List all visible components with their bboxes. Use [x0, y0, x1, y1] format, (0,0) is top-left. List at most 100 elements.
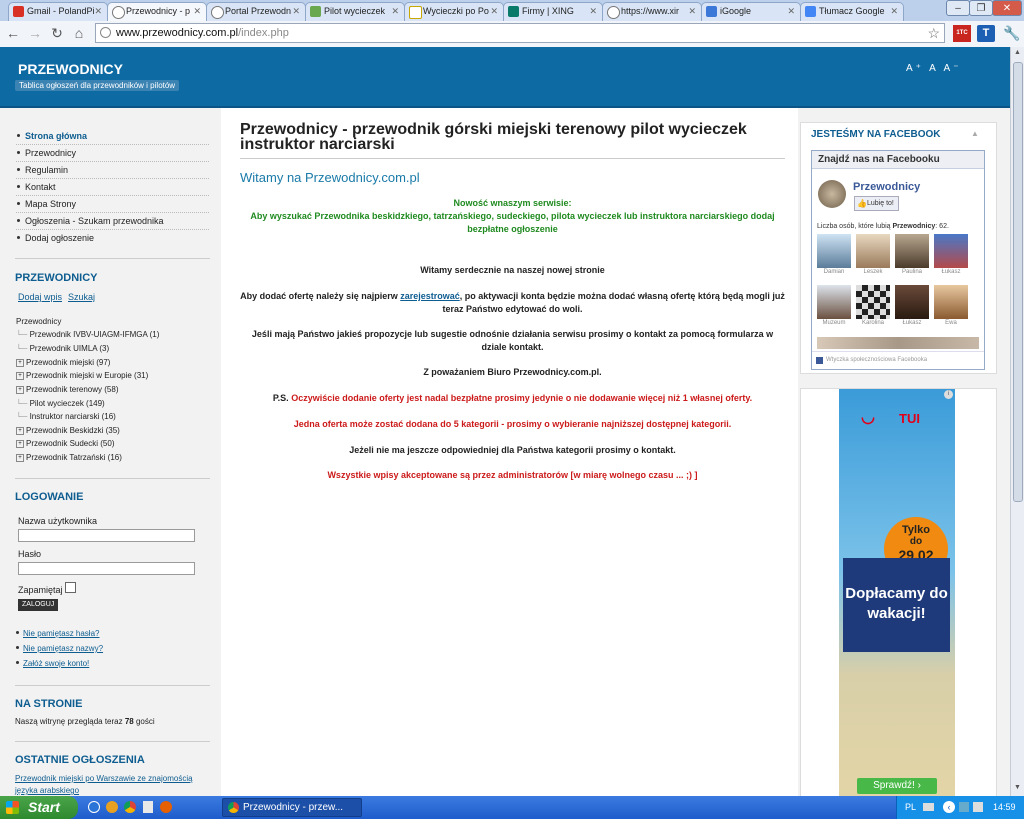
close-window-button[interactable]: ✕ [992, 0, 1022, 16]
wrench-icon[interactable]: 🔧 [1003, 25, 1020, 42]
keyboard-icon[interactable] [923, 803, 934, 811]
menu-item-ads[interactable]: Ogłoszenia - Szukam przewodnika [16, 213, 209, 230]
start-button[interactable]: Start [0, 796, 78, 819]
fan-avatar[interactable] [895, 234, 929, 268]
tree-item[interactable]: + Przewodnik miejski w Europie (31) [16, 371, 148, 380]
ie-icon[interactable] [88, 801, 100, 813]
scroll-up-icon[interactable]: ▲ [1014, 49, 1021, 56]
search-link[interactable]: Szukaj [68, 292, 95, 302]
close-icon[interactable]: ✕ [490, 6, 498, 17]
forgot-username-link[interactable]: Nie pamiętasz nazwy? [23, 644, 103, 653]
tab-igoogle[interactable]: iGoogle ✕ [701, 2, 801, 21]
facebook-page-name[interactable]: Przewodnicy [853, 181, 920, 193]
fan-avatar[interactable] [934, 285, 968, 319]
fan-avatar[interactable] [895, 285, 929, 319]
close-icon[interactable]: ✕ [193, 6, 201, 17]
page-info-icon[interactable] [100, 27, 111, 38]
home-icon[interactable]: ⌂ [70, 25, 88, 41]
page-scrollbar[interactable]: ▲ ▼ [1010, 47, 1024, 796]
ad-check-button[interactable]: Sprawdź! › [857, 778, 937, 794]
chrome-icon[interactable] [124, 801, 136, 813]
reload-icon[interactable]: ↻ [48, 25, 66, 42]
close-icon[interactable]: ✕ [688, 6, 696, 17]
forgot-username-item[interactable]: Nie pamiętasz nazwy? [16, 644, 103, 653]
expand-icon[interactable]: + [16, 453, 24, 462]
fan-avatar[interactable] [817, 234, 851, 268]
tree-item[interactable]: └─ Instruktor narciarski (16) [16, 412, 116, 421]
clock[interactable]: 14:59 [993, 802, 1016, 812]
star-icon[interactable]: ☆ [927, 25, 940, 42]
remember-checkbox[interactable] [65, 582, 76, 593]
fan-avatar[interactable] [856, 285, 890, 319]
collapse-icon[interactable]: ▲ [971, 129, 979, 138]
like-button[interactable]: 👍 Lubię to! [854, 196, 899, 211]
address-bar[interactable]: www.przewodnicy.com.pl/index.php ☆ [95, 23, 945, 43]
login-button[interactable]: ZALOGUJ [18, 599, 59, 611]
menu-item-sitemap[interactable]: Mapa Strony [16, 196, 209, 213]
tab-pilot[interactable]: Pilot wycieczek ✕ [305, 2, 405, 21]
close-icon[interactable]: ✕ [890, 6, 898, 17]
menu-item-add-ad[interactable]: Dodaj ogłoszenie [16, 230, 209, 246]
tree-item[interactable]: └─ Przewodnik IVBV-UIAGM-IFMGA (1) [16, 330, 159, 339]
extension-t-icon[interactable]: T [977, 25, 995, 42]
media-icon[interactable] [106, 801, 118, 813]
menu-item-guides[interactable]: Przewodnicy [16, 145, 209, 162]
scroll-down-icon[interactable]: ▼ [1014, 784, 1021, 791]
network-icon[interactable] [959, 802, 969, 812]
document-icon[interactable] [143, 801, 153, 813]
tree-item[interactable]: + Przewodnik terenowy (58) [16, 385, 118, 394]
tree-item[interactable]: + Przewodnik Tatrzański (16) [16, 453, 122, 462]
expand-icon[interactable]: + [16, 358, 24, 367]
tab-https[interactable]: https://www.xir ✕ [602, 2, 702, 21]
firefox-icon[interactable] [160, 801, 172, 813]
font-size-controls[interactable]: A⁺ A A⁻ [906, 63, 961, 74]
fan-avatar[interactable] [934, 234, 968, 268]
tree-item[interactable]: + Przewodnik miejski (97) [16, 358, 110, 367]
create-account-item[interactable]: Załóż swoje konto! [16, 659, 89, 668]
back-icon[interactable]: ← [4, 25, 22, 41]
tab-wycieczki[interactable]: Wycieczki po Po ✕ [404, 2, 504, 21]
close-icon[interactable]: ✕ [589, 6, 597, 17]
menu-item-contact[interactable]: Kontakt [16, 179, 209, 196]
expand-icon[interactable]: + [16, 439, 24, 448]
forgot-password-link[interactable]: Nie pamiętasz hasła? [23, 629, 99, 638]
latest-ad-link[interactable]: Przewodnik miejski po Warszawie ze znajo… [15, 773, 215, 796]
maximize-button[interactable]: ❐ [969, 0, 993, 16]
close-icon[interactable]: ✕ [391, 6, 399, 17]
username-input[interactable] [18, 529, 195, 542]
fan-avatar[interactable] [856, 234, 890, 268]
menu-item-home[interactable]: Strona główna [16, 128, 209, 145]
minimize-button[interactable]: – [946, 0, 970, 16]
forgot-password-item[interactable]: Nie pamiętasz hasła? [16, 629, 99, 638]
tree-root[interactable]: Przewodnicy [16, 317, 61, 326]
volume-icon[interactable] [973, 802, 983, 812]
tab-portal[interactable]: Portal Przewodn ✕ [206, 2, 306, 21]
close-icon[interactable]: ✕ [94, 6, 102, 17]
ad-info-icon[interactable]: i [944, 390, 953, 399]
add-entry-link[interactable]: Dodaj wpis [18, 292, 62, 302]
extension-1tc-icon[interactable]: 1TC [953, 25, 971, 42]
register-link[interactable]: zarejestrować [400, 291, 460, 301]
tree-item[interactable]: + Przewodnik Sudecki (50) [16, 439, 114, 448]
close-icon[interactable]: ✕ [787, 6, 795, 17]
expand-icon[interactable]: + [16, 385, 24, 394]
taskbar-item-browser[interactable]: Przewodnicy - przew... [222, 798, 362, 817]
close-icon[interactable]: ✕ [292, 6, 300, 17]
tab-translate[interactable]: Tłumacz Google ✕ [800, 2, 904, 21]
tui-ad-banner[interactable]: i ◡ TUI Tylko do 29.02 Dopłacamy do waka… [839, 389, 955, 797]
tree-item[interactable]: + Przewodnik Beskidzki (35) [16, 426, 120, 435]
page-avatar[interactable] [818, 180, 846, 208]
expand-icon[interactable]: + [16, 426, 24, 435]
tab-przewodnicy[interactable]: Przewodnicy - p ✕ [107, 2, 207, 21]
tab-xing[interactable]: Firmy | XING ✕ [503, 2, 603, 21]
scrollbar-thumb[interactable] [1013, 62, 1023, 502]
expand-icon[interactable]: + [16, 371, 24, 380]
fan-avatar[interactable] [817, 285, 851, 319]
language-indicator[interactable]: PL [905, 802, 916, 812]
tray-arrow-icon[interactable]: ‹ [943, 801, 955, 813]
forward-icon[interactable]: → [26, 25, 44, 41]
site-title[interactable]: PRZEWODNICY [18, 61, 123, 77]
menu-item-rules[interactable]: Regulamin [16, 162, 209, 179]
tree-item[interactable]: └─ Przewodnik UIMLA (3) [16, 344, 109, 353]
tree-item[interactable]: └─ Pilot wycieczek (149) [16, 399, 105, 408]
